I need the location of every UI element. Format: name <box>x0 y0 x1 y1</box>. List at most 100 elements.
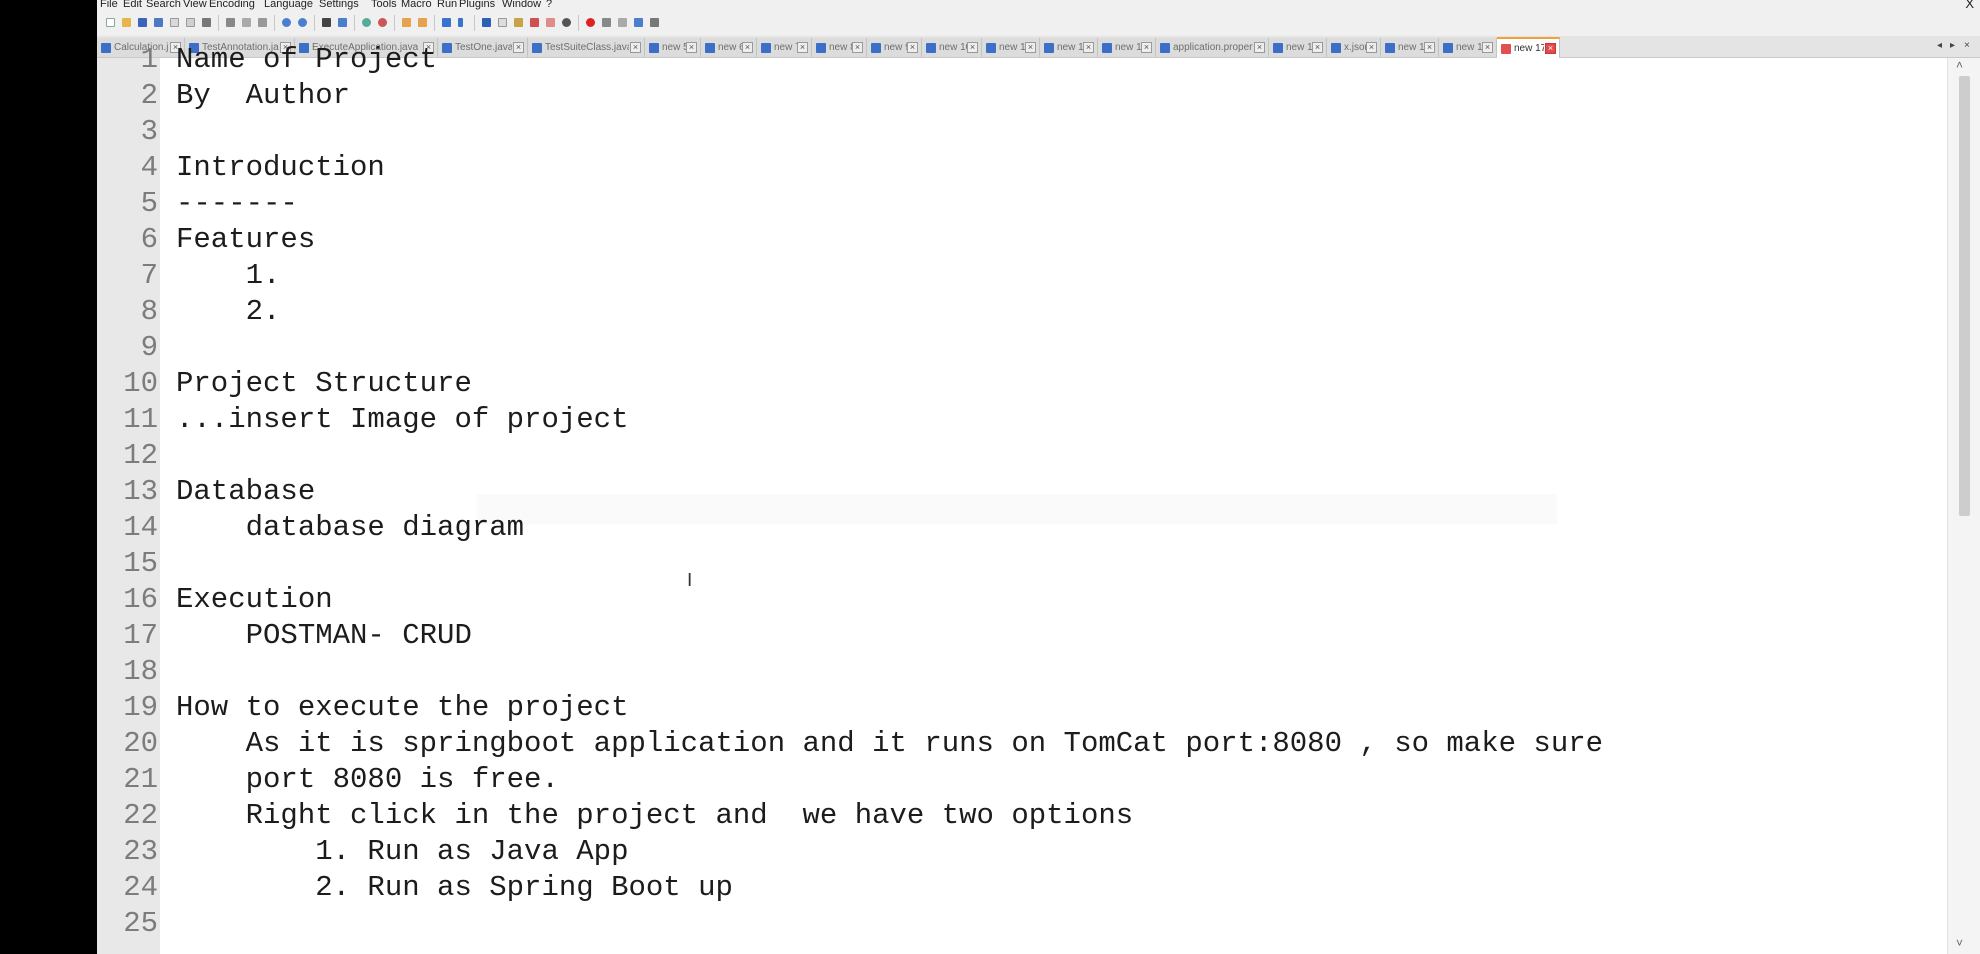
zoom-in-icon[interactable] <box>359 15 374 30</box>
undo-icon[interactable] <box>279 15 294 30</box>
tab-close-icon[interactable]: × <box>1141 42 1152 53</box>
line-number: 24 <box>123 871 158 904</box>
tab-testsuiteclass-java[interactable]: TestSuiteClass.java × <box>528 38 645 57</box>
lang-udl-icon[interactable] <box>495 15 510 30</box>
tab-close-icon[interactable]: × <box>1083 42 1094 53</box>
function-list-icon[interactable] <box>527 15 542 30</box>
tab-application-properties[interactable]: application.properties× <box>1156 38 1269 57</box>
menu-macro[interactable]: Macro <box>401 0 432 10</box>
tab-new-8[interactable]: new 8× <box>812 38 867 57</box>
menu-view[interactable]: View <box>183 0 207 10</box>
paste-icon[interactable] <box>255 15 270 30</box>
tab-close-icon[interactable]: × <box>852 42 863 53</box>
indent-guide-icon[interactable] <box>479 15 494 30</box>
close-file-icon[interactable] <box>167 15 182 30</box>
tab-testone-java[interactable]: TestOne.java × <box>438 38 528 57</box>
tab-new-12[interactable]: new 12× <box>1040 38 1098 57</box>
sync-horizontal-icon[interactable] <box>415 15 430 30</box>
tab-new-7[interactable]: new 7× <box>757 38 812 57</box>
line-number: 5 <box>140 187 158 220</box>
code-line: Name of Project <box>176 43 438 76</box>
tab-close-icon[interactable]: × <box>742 42 753 53</box>
tab-new-11[interactable]: new 11× <box>982 38 1040 57</box>
tab-close-icon[interactable]: × <box>630 42 641 53</box>
menu-settings[interactable]: Settings <box>319 0 359 10</box>
menu-tools[interactable]: Tools <box>371 0 397 10</box>
save-all-icon[interactable] <box>151 15 166 30</box>
tab-new-16[interactable]: new 16× <box>1439 38 1497 57</box>
print-icon[interactable] <box>199 15 214 30</box>
line-number: 19 <box>123 691 158 724</box>
save-icon[interactable] <box>135 15 150 30</box>
vertical-scrollbar[interactable]: ˄ ˅ <box>1947 58 1980 954</box>
cut-icon[interactable] <box>223 15 238 30</box>
copy-icon[interactable] <box>239 15 254 30</box>
tab-close-icon[interactable]: × <box>686 42 697 53</box>
line-number: 22 <box>123 799 158 832</box>
menu-window[interactable]: Window <box>502 0 541 10</box>
menu-plugins[interactable]: Plugins <box>459 0 495 10</box>
tab-new-15[interactable]: new 15× <box>1381 38 1439 57</box>
text-editor[interactable]: 1 2 3 4 5 6 7 8 9 10 11 12 13 14 15 16 1… <box>97 43 1947 954</box>
zoom-out-icon[interactable] <box>375 15 390 30</box>
find-icon[interactable] <box>319 15 334 30</box>
tab-new-14[interactable]: new 14× <box>1269 38 1327 57</box>
tab-close-icon[interactable]: × <box>1312 42 1323 53</box>
menu-edit[interactable]: Edit <box>123 0 142 10</box>
scroll-up-icon[interactable]: ˄ <box>1956 58 1963 72</box>
window-close-button[interactable]: X <box>1965 0 1974 10</box>
menu-run[interactable]: Run <box>437 0 457 10</box>
scrollbar-thumb[interactable] <box>1959 76 1970 516</box>
play-macro-icon[interactable] <box>615 15 630 30</box>
menu-file[interactable]: File <box>100 0 118 10</box>
tab-close-icon[interactable]: × <box>907 42 918 53</box>
sync-vertical-icon[interactable] <box>399 15 414 30</box>
tab-new-10[interactable]: new 10 × <box>922 38 982 57</box>
code-line: 1. <box>176 259 281 292</box>
tab-close-icon[interactable]: × <box>967 42 978 53</box>
tab-new-6[interactable]: new 6 × <box>701 38 757 57</box>
tab-new-13[interactable]: new 13× <box>1098 38 1156 57</box>
code-line: As it is springboot application and it r… <box>176 727 1604 760</box>
tab-new-9[interactable]: new 9× <box>867 38 922 57</box>
line-number: 11 <box>123 403 158 436</box>
tab-new-5[interactable]: new 5 × <box>645 38 701 57</box>
line-number: 1 <box>140 43 158 76</box>
file-icon <box>1273 43 1283 53</box>
tab-close-icon[interactable]: × <box>1424 42 1435 53</box>
folder-workspace-icon[interactable] <box>543 15 558 30</box>
monitoring-icon[interactable] <box>559 15 574 30</box>
redo-icon[interactable] <box>295 15 310 30</box>
open-file-icon[interactable] <box>119 15 134 30</box>
word-wrap-icon[interactable] <box>439 15 454 30</box>
tab-close-icon[interactable]: × <box>1254 42 1265 53</box>
tab-x-json[interactable]: x.json × <box>1327 38 1381 57</box>
line-number: 3 <box>140 115 158 148</box>
scroll-down-icon[interactable]: ˅ <box>1956 936 1963 950</box>
save-macro-icon[interactable] <box>647 15 662 30</box>
stop-macro-icon[interactable] <box>599 15 614 30</box>
tab-close-icon[interactable]: × <box>513 42 524 53</box>
tab-close-icon[interactable]: × <box>1545 43 1556 54</box>
tab-close-icon[interactable]: × <box>1482 42 1493 53</box>
menu-help[interactable]: ? <box>546 0 552 10</box>
line-number: 10 <box>123 367 158 400</box>
menu-language[interactable]: Language <box>264 0 313 10</box>
tab-scroll-left-icon[interactable]: ◂ <box>1937 40 1942 51</box>
menu-search[interactable]: Search <box>146 0 181 10</box>
tab-new-17-active[interactable]: new 17 × <box>1497 37 1560 58</box>
code-line: 2. Run as Spring Boot up <box>176 871 733 904</box>
tab-close-icon[interactable]: × <box>1366 42 1377 53</box>
tab-close-icon[interactable]: × <box>1025 42 1036 53</box>
doc-map-icon[interactable] <box>511 15 526 30</box>
run-macro-multiple-icon[interactable] <box>631 15 646 30</box>
tab-scroll-right-icon[interactable]: ▸ <box>1950 40 1955 51</box>
new-file-icon[interactable] <box>103 15 118 30</box>
show-all-chars-icon[interactable] <box>455 15 470 30</box>
replace-icon[interactable] <box>335 15 350 30</box>
record-macro-icon[interactable] <box>583 15 598 30</box>
tab-close-all-icon[interactable]: × <box>1964 40 1970 51</box>
tab-close-icon[interactable]: × <box>797 42 808 53</box>
menu-encoding[interactable]: Encoding <box>209 0 255 10</box>
close-all-icon[interactable] <box>183 15 198 30</box>
